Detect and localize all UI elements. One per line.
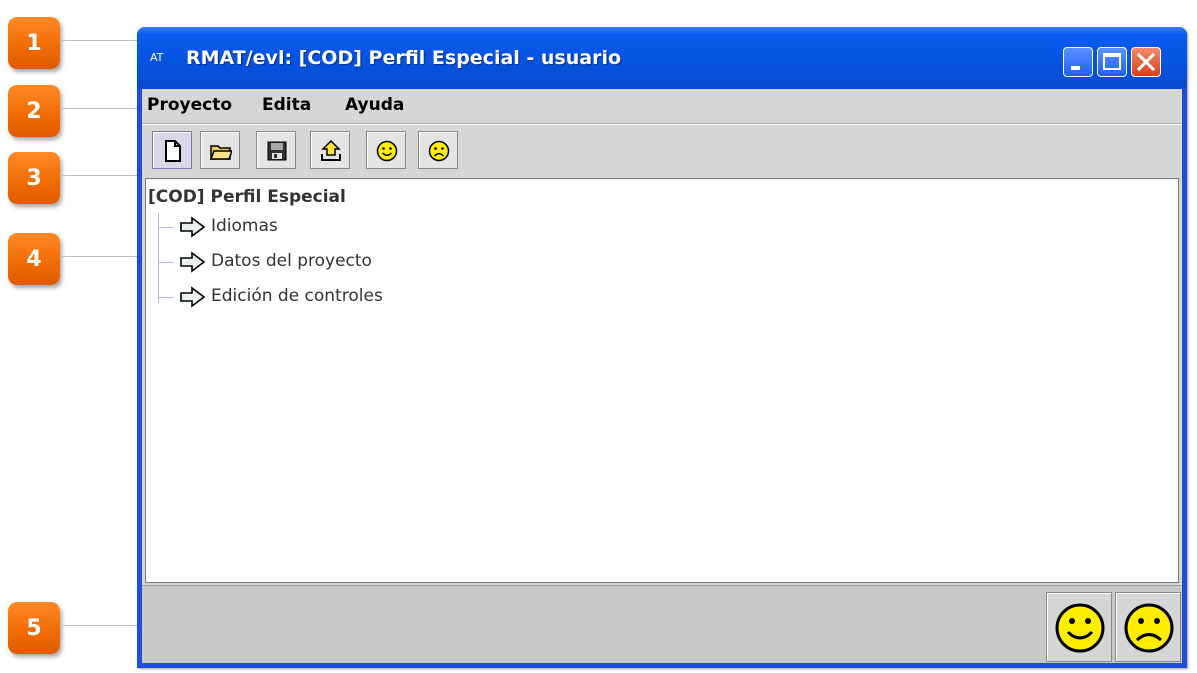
menu-ayuda[interactable]: Ayuda — [345, 95, 404, 115]
tree-node-label: Idiomas — [211, 216, 278, 236]
upload-button[interactable] — [310, 131, 350, 169]
menu-proyecto[interactable]: Proyecto — [147, 95, 232, 115]
sad-face-icon — [1124, 603, 1174, 653]
upload-icon — [321, 140, 341, 161]
window-client-area: Proyecto Edita Ayuda [COD] Perfil Especi… — [142, 89, 1182, 663]
minimize-icon — [1071, 66, 1080, 70]
callout-badge: 5 — [8, 602, 60, 654]
tree-connector — [158, 227, 174, 228]
callout-leader — [62, 108, 147, 109]
close-button[interactable] — [1131, 47, 1161, 77]
callout-badge: 1 — [8, 17, 60, 69]
tree-root[interactable]: [COD] Perfil Especial — [148, 187, 346, 207]
open-folder-icon — [210, 145, 232, 160]
window-title: RMAT/evl: [COD] Perfil Especial - usuari… — [186, 47, 622, 69]
arrow-right-icon — [180, 216, 206, 238]
maximize-icon — [1103, 53, 1121, 70]
happy-face-icon — [1055, 603, 1105, 653]
maximize-button[interactable] — [1097, 47, 1127, 77]
tree-connector — [158, 262, 174, 263]
project-tree: [COD] Perfil Especial Idiomas Datos del … — [145, 178, 1179, 583]
minimize-button[interactable] — [1063, 47, 1093, 77]
close-icon — [1136, 52, 1156, 72]
app-window: AT RMAT/evl: [COD] Perfil Especial - usu… — [137, 27, 1187, 668]
callout-badge: 4 — [8, 233, 60, 285]
reject-button[interactable] — [418, 131, 458, 169]
arrow-right-icon — [180, 251, 206, 273]
status-reject-button[interactable] — [1115, 592, 1181, 662]
app-icon: AT — [150, 51, 164, 64]
status-accept-button[interactable] — [1046, 592, 1112, 662]
save-disk-icon — [267, 141, 287, 161]
happy-face-icon — [376, 140, 398, 162]
new-document-icon — [165, 140, 181, 162]
toolbar — [142, 124, 1182, 175]
tree-connector — [158, 297, 174, 298]
new-button[interactable] — [152, 131, 192, 169]
tree-node-label: Edición de controles — [211, 286, 383, 306]
tree-node-label: Datos del proyecto — [211, 251, 372, 271]
save-button[interactable] — [256, 131, 296, 169]
arrow-right-icon — [180, 286, 206, 308]
accept-button[interactable] — [366, 131, 406, 169]
menu-bar: Proyecto Edita Ayuda — [142, 89, 1182, 124]
menu-edita[interactable]: Edita — [262, 95, 311, 115]
title-bar[interactable]: AT RMAT/evl: [COD] Perfil Especial - usu… — [137, 27, 1187, 89]
open-button[interactable] — [200, 131, 240, 169]
status-bar — [142, 585, 1182, 663]
callout-badge: 2 — [8, 85, 60, 137]
sad-face-icon — [428, 140, 450, 162]
callout-badge: 3 — [8, 152, 60, 204]
